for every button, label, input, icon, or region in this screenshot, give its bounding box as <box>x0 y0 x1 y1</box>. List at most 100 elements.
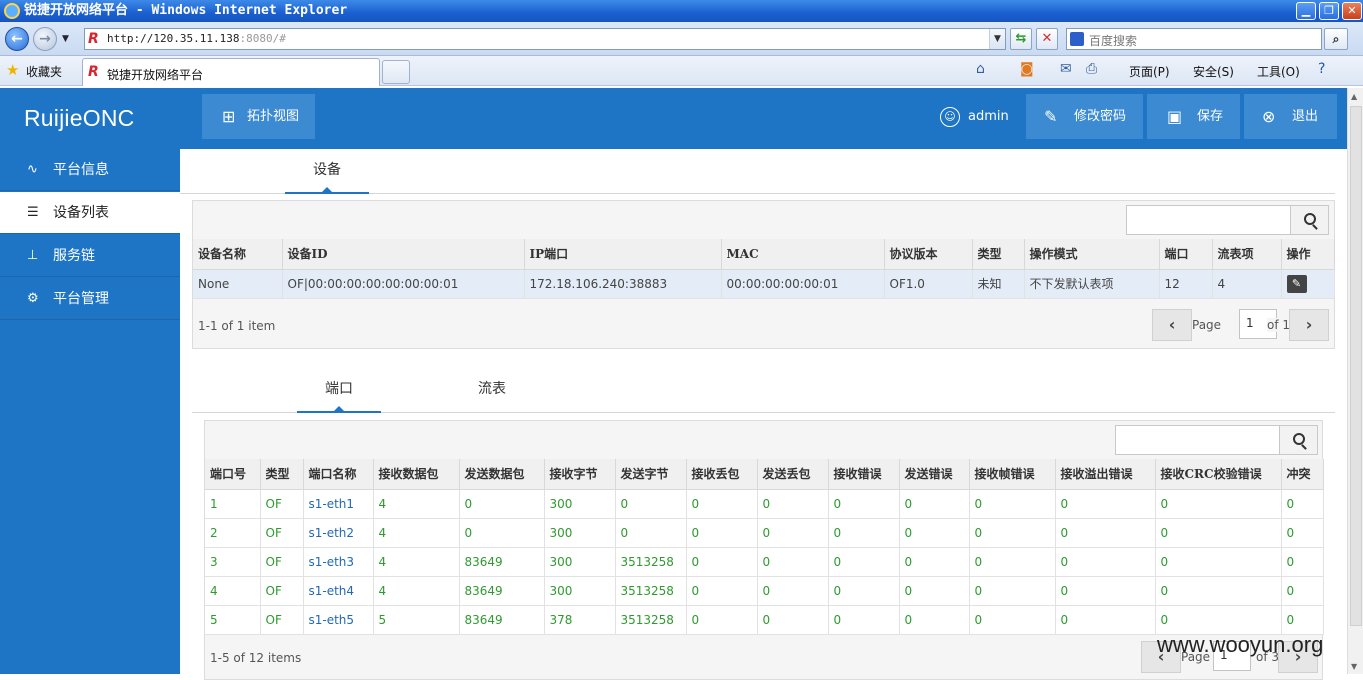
prev-page-button[interactable]: ‹ <box>1152 309 1192 341</box>
tx-dropped-cell: 0 <box>757 489 829 519</box>
logout-button[interactable]: ⊗ 退出 <box>1244 94 1337 139</box>
column-header[interactable]: 发送错误 <box>899 459 970 490</box>
close-circle-icon: ⊗ <box>1262 107 1276 126</box>
favorites-star-icon[interactable]: ★ <box>6 61 19 79</box>
column-header[interactable]: 发送字节 <box>615 459 687 490</box>
rx-overrun-errors-cell: 0 <box>1055 518 1156 548</box>
rx-overrun-errors-cell: 0 <box>1055 605 1156 635</box>
browser-search-input[interactable]: 百度搜索 <box>1066 28 1322 50</box>
column-header[interactable]: IP端口 <box>524 239 722 270</box>
tx-packets-cell: 0 <box>459 518 545 548</box>
history-dropdown-icon[interactable]: ▼ <box>62 34 69 44</box>
topology-view-button[interactable]: ⊞ 拓扑视图 <box>202 94 315 139</box>
port-name-cell[interactable]: s1-eth5 <box>303 605 374 635</box>
stop-button[interactable]: ✕ <box>1036 28 1058 50</box>
page-scrollbar[interactable]: ▲ ▼ <box>1347 88 1363 674</box>
mail-icon[interactable]: ✉ <box>1060 61 1072 77</box>
table-row[interactable]: 1 OF s1-eth1 4 0 300 0 0 0 0 0 0 0 0 0 <box>205 489 1324 519</box>
tools-menu[interactable]: 工具(O) <box>1257 63 1300 80</box>
column-header[interactable]: 接收字节 <box>544 459 616 490</box>
home-icon[interactable]: ⌂ <box>976 61 985 77</box>
port-search-input[interactable] <box>1115 425 1318 455</box>
column-header[interactable]: 发送数据包 <box>459 459 545 490</box>
address-dropdown-icon[interactable]: ▼ <box>989 29 1005 49</box>
save-button[interactable]: ▣ 保存 <box>1147 94 1240 139</box>
user-menu[interactable]: ☺ admin <box>940 94 1009 139</box>
tab-devices[interactable]: 设备 <box>285 149 369 194</box>
scroll-down-icon[interactable]: ▼ <box>1351 662 1357 671</box>
port-name-cell[interactable]: s1-eth1 <box>303 489 374 519</box>
column-header[interactable]: 设备名称 <box>193 239 283 270</box>
column-header[interactable]: 流表项 <box>1212 239 1282 270</box>
column-header[interactable]: 端口 <box>1159 239 1213 270</box>
type-cell: OF <box>260 576 304 606</box>
table-row[interactable]: 3 OF s1-eth3 4 83649 300 3513258 0 0 0 0 0 0 0 0 <box>205 547 1324 577</box>
column-header[interactable]: 协议版本 <box>884 239 973 270</box>
table-row[interactable]: 2 OF s1-eth2 4 0 300 0 0 0 0 0 0 0 0 0 <box>205 518 1324 548</box>
column-header[interactable]: 端口名称 <box>303 459 374 490</box>
new-tab-button[interactable] <box>382 60 410 84</box>
rx-dropped-cell: 0 <box>686 576 758 606</box>
flow-count-cell: 4 <box>1212 269 1282 299</box>
page-menu[interactable]: 页面(P) <box>1129 63 1170 80</box>
port-name-cell[interactable]: s1-eth2 <box>303 518 374 548</box>
change-password-button[interactable]: ✎ 修改密码 <box>1026 94 1143 139</box>
column-header[interactable]: 发送丢包 <box>757 459 829 490</box>
minimize-button[interactable]: ▁ <box>1296 2 1316 20</box>
table-row[interactable]: 4 OF s1-eth4 4 83649 300 3513258 0 0 0 0 0 0 0 0 <box>205 576 1324 606</box>
rx-errors-cell: 0 <box>828 605 900 635</box>
column-header[interactable]: 接收错误 <box>828 459 900 490</box>
column-header[interactable]: 设备ID <box>282 239 525 270</box>
column-header[interactable]: 类型 <box>260 459 304 490</box>
column-header[interactable]: 接收帧错误 <box>969 459 1056 490</box>
tx-bytes-cell: 3513258 <box>615 576 687 606</box>
table-row[interactable]: 5 OF s1-eth5 5 83649 378 3513258 0 0 0 0 0 0 0 0 <box>205 605 1324 635</box>
close-window-button[interactable]: ✕ <box>1342 2 1362 20</box>
scroll-up-icon[interactable]: ▲ <box>1351 92 1357 101</box>
column-header[interactable]: 端口号 <box>205 459 261 490</box>
column-header[interactable]: 操作模式 <box>1024 239 1160 270</box>
port-search-button[interactable] <box>1279 426 1317 454</box>
column-header[interactable]: 冲突 <box>1281 459 1324 490</box>
tab-flows[interactable]: 流表 <box>450 368 534 413</box>
column-header[interactable]: 接收溢出错误 <box>1055 459 1156 490</box>
forward-button[interactable]: → <box>33 27 57 51</box>
edit-icon[interactable]: ✎ <box>1286 274 1307 293</box>
url-text[interactable]: http://120.35.11.138:8080/# <box>107 32 286 45</box>
safety-menu[interactable]: 安全(S) <box>1193 63 1234 80</box>
rx-frame-errors-cell: 0 <box>969 547 1056 577</box>
feeds-icon[interactable]: ◙ <box>1020 61 1034 77</box>
table-row[interactable]: None OF|00:00:00:00:00:00:00:01 172.18.1… <box>193 269 1335 299</box>
port-number-cell: 1 <box>205 489 261 519</box>
column-header[interactable]: 接收丢包 <box>686 459 758 490</box>
port-name-cell[interactable]: s1-eth4 <box>303 576 374 606</box>
device-search-button[interactable] <box>1290 206 1328 234</box>
column-header[interactable]: 接收CRC校验错误 <box>1155 459 1282 490</box>
search-go-button[interactable]: ⌕ <box>1324 28 1348 50</box>
tab-ports[interactable]: 端口 <box>297 368 381 413</box>
column-header[interactable]: 接收数据包 <box>373 459 460 490</box>
tx-bytes-cell: 0 <box>615 489 687 519</box>
help-icon[interactable]: ? <box>1318 61 1325 77</box>
print-icon[interactable]: ⎙ <box>1086 61 1097 77</box>
scroll-thumb[interactable] <box>1350 106 1362 626</box>
refresh-button[interactable]: ⇆ <box>1010 28 1032 50</box>
restore-button[interactable]: ❐ <box>1319 2 1339 20</box>
next-page-button[interactable]: › <box>1289 309 1329 341</box>
favorites-button[interactable]: 收藏夹 <box>26 63 62 80</box>
address-bar[interactable]: R http://120.35.11.138:8080/# ▼ <box>84 28 1006 50</box>
column-header[interactable]: 类型 <box>972 239 1025 270</box>
column-header[interactable]: 操作 <box>1281 239 1335 270</box>
sidebar-item-service-chain[interactable]: ⊥ 服务链 <box>0 235 180 277</box>
tx-bytes-cell: 3513258 <box>615 605 687 635</box>
device-search-input[interactable] <box>1126 205 1329 235</box>
back-button[interactable]: ← <box>5 27 29 51</box>
app-header: RuijieONC ⊞ 拓扑视图 ☺ admin ✎ 修改密码 ▣ 保存 ⊗ 退出 <box>0 88 1347 149</box>
rx-errors-cell: 0 <box>828 576 900 606</box>
sidebar-item-device-list[interactable]: ☰ 设备列表 <box>0 192 180 234</box>
port-name-cell[interactable]: s1-eth3 <box>303 547 374 577</box>
sidebar-item-platform-info[interactable]: ∿ 平台信息 <box>0 149 180 191</box>
sidebar-item-platform-management[interactable]: ⚙ 平台管理 <box>0 278 180 320</box>
column-header[interactable]: MAC <box>721 239 885 270</box>
browser-tab[interactable]: R 锐捷开放网络平台 <box>82 58 380 86</box>
